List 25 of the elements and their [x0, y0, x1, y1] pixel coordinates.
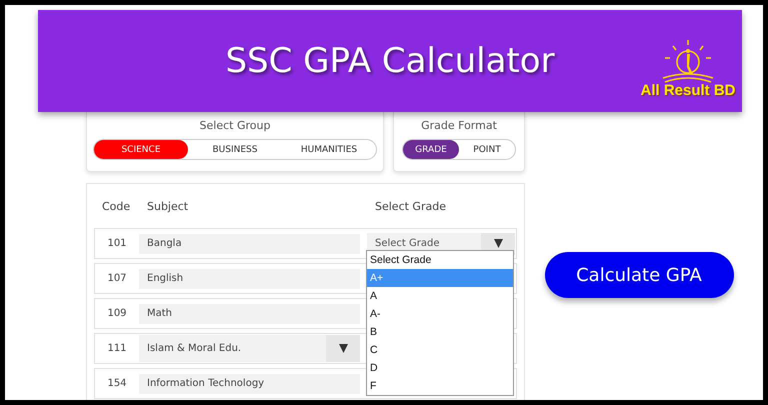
- subject-code: 109: [106, 308, 128, 319]
- caret-icon: [494, 239, 502, 248]
- group-label: Select Group: [200, 119, 270, 132]
- column-header: Code: [101, 200, 132, 212]
- column-header: Select Grade: [374, 200, 446, 212]
- subject-code: 111: [106, 343, 128, 354]
- format-option[interactable]: POINT: [459, 140, 515, 159]
- group-option[interactable]: BUSINESS: [188, 140, 282, 159]
- caret-icon: [338, 344, 348, 353]
- column-header: Subject: [146, 200, 190, 212]
- subject-field: English: [139, 268, 360, 288]
- calculate-button[interactable]: Calculate GPA: [544, 252, 734, 298]
- format-option[interactable]: GRADE: [403, 140, 459, 159]
- group-option[interactable]: SCIENCE: [94, 140, 188, 159]
- subject-code: 107: [106, 273, 128, 284]
- grade-format-label: Grade Format: [421, 119, 497, 132]
- subject-code: 101: [106, 238, 128, 249]
- page-title: SSC GPA Calculator: [225, 41, 555, 81]
- subject-code: 154: [106, 378, 128, 389]
- subject-field: Information Technology: [139, 374, 360, 394]
- logo-text: All Result BD: [640, 82, 736, 99]
- group-option[interactable]: HUMANITIES: [282, 140, 376, 159]
- subject-select[interactable]: Islam & Moral Edu.: [139, 335, 360, 362]
- subject-field: Bangla: [139, 234, 360, 254]
- subject-field: Math: [139, 304, 360, 324]
